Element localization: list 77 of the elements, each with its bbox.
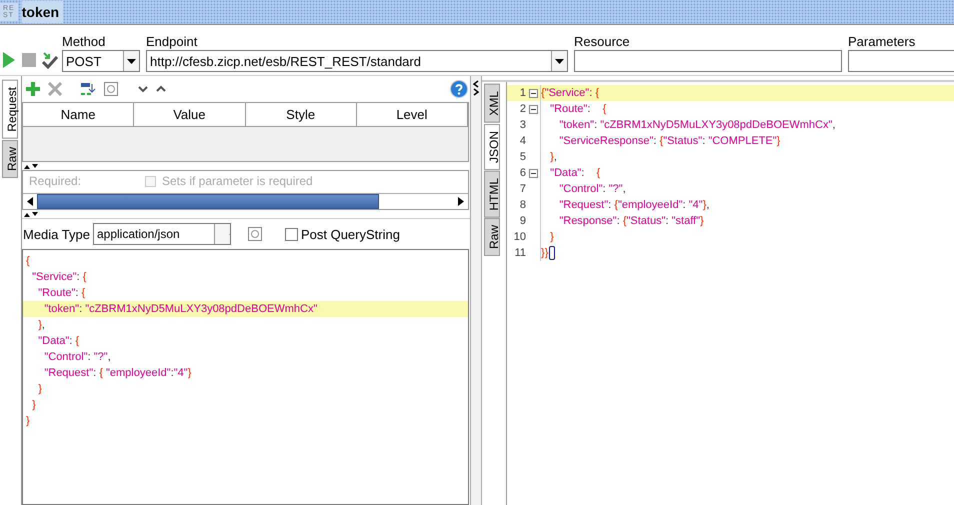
- media-type-label: Media Type: [23, 226, 90, 242]
- collapse-arrows-icon[interactable]: [473, 80, 479, 96]
- code-line: },: [37, 318, 46, 333]
- code-line: }: [37, 382, 43, 397]
- fold-icon[interactable]: [528, 168, 538, 178]
- resource-field[interactable]: [574, 50, 842, 72]
- method-dropdown[interactable]: POST: [62, 50, 140, 72]
- line-number: 9: [518, 214, 526, 229]
- code-line: "token": "cZBRM1xNyD5MuLXY3y08pdDeBOEWmhCx",: [558, 118, 836, 133]
- response-tab[interactable]: Raw: [484, 218, 500, 256]
- post-querystring-label: Post QueryString: [300, 226, 400, 242]
- play-icon[interactable]: [2, 51, 16, 69]
- refresh-icon[interactable]: [104, 82, 118, 96]
- code-line: "Control": "?",: [558, 182, 626, 197]
- code-line: "Route": {: [37, 286, 86, 301]
- request-body-editor[interactable]: {"Service": { "Route": { "token": "cZBRM1xNyD5MuLXY3y08pdDeBOEWmhCx" }, "Data": { "Control": "?", "Request": { "employeeId":"4"} }} }: [22, 249, 469, 505]
- column-header[interactable]: Style: [246, 103, 357, 127]
- response-tab[interactable]: XML: [484, 84, 500, 123]
- code-line: }}: [541, 245, 556, 261]
- request-tab[interactable]: Raw: [2, 140, 18, 178]
- line-number: 3: [518, 118, 526, 133]
- code-line: "Request": {"employeeId": "4"},: [558, 198, 710, 213]
- code-line: "Request": { "employeeId":"4"}: [43, 366, 192, 381]
- code-line: "Data": {: [37, 334, 80, 349]
- line-number: 10: [512, 230, 526, 245]
- code-line: "Route": {: [549, 102, 606, 117]
- response-tab[interactable]: JSON: [484, 124, 500, 170]
- line-number: 7: [518, 182, 526, 197]
- code-line: {"Service": {: [541, 86, 599, 101]
- horizontal-scrollbar[interactable]: [23, 193, 468, 209]
- code-line: }: [31, 398, 37, 413]
- window-title: token: [22, 1, 64, 23]
- code-line: },: [549, 150, 557, 165]
- line-number: 2: [518, 102, 526, 117]
- code-line: "Data": {: [549, 166, 600, 181]
- request-tab[interactable]: Request: [2, 80, 18, 139]
- line-number: 8: [518, 198, 526, 213]
- line-number: 1: [518, 86, 526, 101]
- help-icon[interactable]: [450, 80, 468, 98]
- move-down-icon[interactable]: [138, 85, 148, 93]
- post-querystring-checkbox[interactable]: [284, 228, 298, 240]
- code-line: }: [25, 414, 31, 429]
- column-header[interactable]: Level: [356, 103, 468, 127]
- import-icon[interactable]: [80, 82, 96, 96]
- splitter-arrows-icon[interactable]: [23, 211, 39, 218]
- scrollbar-thumb[interactable]: [37, 194, 379, 209]
- line-number: 6: [518, 166, 526, 181]
- refresh-icon[interactable]: [248, 227, 262, 241]
- required-checkbox-label: Sets if parameter is required: [162, 174, 313, 188]
- column-header[interactable]: Value: [134, 103, 246, 127]
- resource-label: Resource: [574, 34, 631, 49]
- code-line: "ServiceResponse": {"Status": "COMPLETE"}: [558, 134, 780, 149]
- code-line: "Service": {: [31, 270, 88, 285]
- scroll-right-icon[interactable]: [458, 197, 464, 206]
- code-line: "Control": "?",: [43, 350, 112, 365]
- fold-icon[interactable]: [528, 104, 538, 114]
- line-number: 5: [518, 150, 526, 165]
- media-type-dropdown[interactable]: application/json: [92, 223, 231, 245]
- required-label: Required:: [29, 174, 82, 188]
- method-label: Method: [62, 34, 106, 49]
- code-line: "Response": {"Status": "staff"}: [558, 214, 704, 229]
- endpoint-field[interactable]: http://cfesb.zicp.net/esb/REST_REST/standard: [146, 50, 568, 72]
- code-line: }: [549, 230, 554, 245]
- line-number: 4: [518, 134, 526, 149]
- splitter-arrows-icon[interactable]: [23, 163, 39, 170]
- code-line: {: [25, 254, 31, 269]
- parameters-label: Parameters: [848, 34, 916, 49]
- fold-icon[interactable]: [528, 88, 538, 98]
- add-icon[interactable]: [26, 82, 40, 96]
- parameters-field[interactable]: [848, 50, 954, 72]
- move-up-icon[interactable]: [156, 85, 166, 93]
- column-header[interactable]: Name: [23, 103, 134, 127]
- response-tab[interactable]: HTML: [484, 170, 500, 218]
- check-icon[interactable]: [42, 51, 58, 69]
- line-number: 11: [514, 246, 526, 261]
- endpoint-label: Endpoint: [146, 34, 198, 49]
- scroll-left-icon[interactable]: [27, 197, 33, 206]
